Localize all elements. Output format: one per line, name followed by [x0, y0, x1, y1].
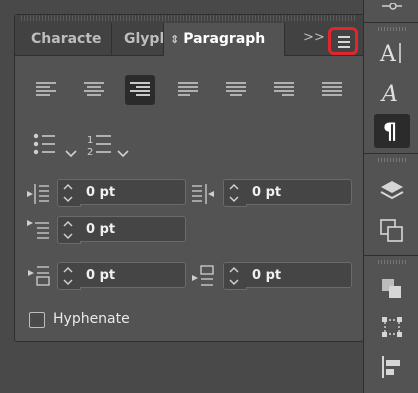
justify-all-button[interactable]	[317, 75, 347, 105]
align-left-button[interactable]	[31, 75, 61, 105]
justify-last-left-button[interactable]	[173, 75, 203, 105]
align-right-icon	[130, 82, 150, 96]
right-indent-stepper[interactable]	[223, 179, 247, 207]
tab-paragraph[interactable]: ⇕ Paragraph	[163, 23, 285, 56]
space-after-stepper[interactable]	[223, 262, 247, 290]
step-down-icon[interactable]	[229, 277, 239, 287]
right-indent-icon	[191, 183, 215, 209]
panel-tab-bar: Characte Glyphs ⇕ Paragraph >>	[15, 15, 363, 56]
panel-menu-button[interactable]	[328, 27, 358, 55]
svg-text:1: 1	[87, 135, 93, 146]
space-before-stepper[interactable]	[57, 262, 81, 290]
first-line-indent-input[interactable]: 0 pt	[80, 216, 186, 242]
svg-text:¶: ¶	[383, 120, 397, 144]
space-before-input[interactable]: 0 pt	[80, 262, 186, 288]
transform-icon[interactable]	[374, 310, 410, 344]
toolbar-grip-2[interactable]	[378, 158, 406, 162]
svg-text:A: A	[380, 82, 398, 107]
space-after-input[interactable]: 0 pt	[246, 262, 352, 288]
bullet-list-button[interactable]	[33, 133, 57, 159]
left-indent-stepper[interactable]	[57, 179, 81, 207]
numbered-list-button[interactable]: 1 2	[87, 133, 113, 161]
justify-last-right-button[interactable]	[269, 75, 299, 105]
space-before-icon	[27, 265, 51, 291]
step-down-icon[interactable]	[63, 231, 73, 241]
svg-text:A: A	[379, 42, 397, 67]
up-down-arrows-icon: ⇕	[170, 33, 180, 46]
right-toolbar: A A ¶	[363, 0, 418, 393]
pathfinder-icon[interactable]	[374, 272, 410, 306]
justify-last-left-icon	[178, 82, 198, 96]
step-up-icon[interactable]	[63, 182, 73, 192]
double-chevron-right-icon[interactable]: >>	[303, 30, 325, 45]
tab-paragraph-label: Paragraph	[183, 31, 266, 47]
properties-icon[interactable]	[374, 0, 410, 20]
step-down-icon[interactable]	[63, 277, 73, 287]
align-center-icon	[84, 82, 104, 96]
toolbar-grip[interactable]	[378, 27, 406, 31]
align-left-icon	[36, 82, 56, 96]
justify-all-icon	[322, 82, 342, 96]
toolbar-grip-3[interactable]	[378, 260, 406, 264]
hyphenate-label: Hyphenate	[53, 311, 130, 327]
step-down-icon[interactable]	[229, 194, 239, 204]
first-line-indent-icon	[27, 219, 51, 245]
tab-character[interactable]: Characte	[31, 23, 111, 55]
artboards-icon[interactable]	[374, 214, 410, 248]
hamburger-menu-icon	[338, 36, 350, 38]
bullet-dropdown-chevron-icon[interactable]	[65, 143, 77, 162]
space-after-icon	[191, 265, 215, 291]
hamburger-line	[338, 46, 350, 48]
paragraph-icon[interactable]: ¶	[374, 114, 410, 148]
character-icon[interactable]: A	[374, 36, 410, 70]
svg-text:2: 2	[87, 147, 93, 157]
justify-last-right-icon	[274, 82, 294, 96]
align-center-button[interactable]	[79, 75, 109, 105]
first-line-indent-stepper[interactable]	[57, 216, 81, 244]
left-indent-icon	[27, 183, 51, 209]
align-icon[interactable]	[374, 350, 410, 384]
layers-icon[interactable]	[374, 174, 410, 208]
hamburger-line	[338, 41, 350, 43]
align-right-button[interactable]	[125, 75, 155, 105]
paragraph-panel: Characte Glyphs ⇕ Paragraph >> 1 2 0 pt …	[14, 14, 364, 342]
left-indent-input[interactable]: 0 pt	[80, 179, 186, 205]
justify-last-center-icon	[226, 82, 246, 96]
step-up-icon[interactable]	[229, 182, 239, 192]
step-down-icon[interactable]	[63, 194, 73, 204]
right-indent-input[interactable]: 0 pt	[246, 179, 352, 205]
hyphenate-checkbox[interactable]	[29, 312, 45, 328]
panel-grip[interactable]	[21, 15, 357, 21]
justify-last-center-button[interactable]	[221, 75, 251, 105]
numbered-list-icon: 1 2	[87, 135, 111, 158]
opentype-icon[interactable]: A	[374, 76, 410, 110]
step-up-icon[interactable]	[229, 265, 239, 275]
step-up-icon[interactable]	[63, 219, 73, 229]
step-up-icon[interactable]	[63, 265, 73, 275]
numbering-dropdown-chevron-icon[interactable]	[117, 143, 129, 162]
bullet-list-icon	[33, 133, 55, 155]
